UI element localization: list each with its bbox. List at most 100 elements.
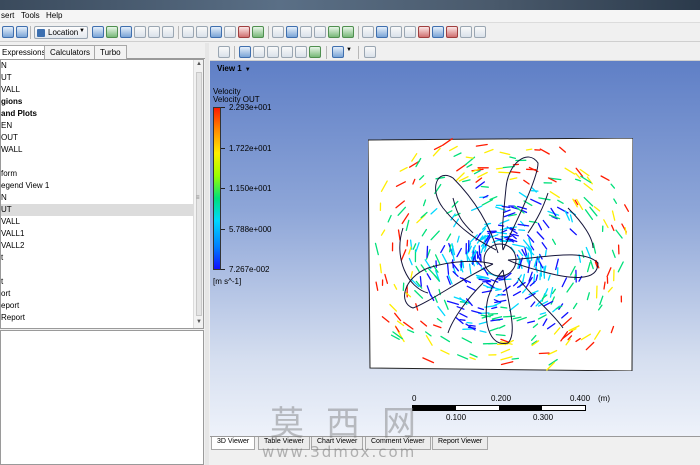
tab-3d-viewer[interactable]: 3D Viewer xyxy=(211,437,256,450)
clock-icon[interactable] xyxy=(362,26,374,38)
viewport-layout-icon[interactable] xyxy=(332,46,344,58)
text-icon[interactable] xyxy=(182,26,194,38)
scroll-thumb[interactable] xyxy=(196,72,202,316)
outline-tree: N UT VALL gions and Plots EN OUT WALL form egend … xyxy=(0,59,204,329)
label-icon[interactable] xyxy=(196,26,208,38)
vector-icon[interactable] xyxy=(92,26,104,38)
command-editor-icon[interactable] xyxy=(474,26,486,38)
pick-icon[interactable] xyxy=(404,26,416,38)
toolbar-separator xyxy=(30,26,31,39)
velocity-vector xyxy=(479,253,482,263)
chevron-down-icon[interactable]: ▼ xyxy=(346,47,352,53)
variable-icon[interactable] xyxy=(272,26,284,38)
particle-track-icon[interactable] xyxy=(134,26,146,38)
tree-item[interactable]: t xyxy=(1,276,194,288)
legend-label: 5.788e+000 xyxy=(229,225,272,234)
tree-item[interactable]: VALL1 xyxy=(1,228,194,240)
legend-color-bar xyxy=(213,107,221,270)
volume-rendering-icon[interactable] xyxy=(148,26,160,38)
zoom-box-icon[interactable] xyxy=(281,46,293,58)
toolbar-separator xyxy=(358,26,359,39)
viewer-toolbar: ▼ xyxy=(210,43,700,61)
probe-icon[interactable] xyxy=(364,46,376,58)
tree-item[interactable]: form xyxy=(1,168,194,180)
refresh-icon[interactable] xyxy=(16,26,28,38)
legend-tick xyxy=(221,229,225,230)
tree-item[interactable]: UT xyxy=(1,72,194,84)
duplicate-icon[interactable] xyxy=(460,26,472,38)
3d-viewport[interactable]: View 1 ▼ Velocity Velocity OUT 2.293e+001… xyxy=(210,61,700,436)
tree-item[interactable] xyxy=(1,156,194,168)
velocity-vector xyxy=(466,321,473,324)
expression-icon[interactable] xyxy=(286,26,298,38)
figure-icon[interactable] xyxy=(342,26,354,38)
menu-bar: sert Tools Help xyxy=(0,10,700,23)
tree-item[interactable]: N xyxy=(1,60,194,72)
contour-icon[interactable] xyxy=(106,26,118,38)
pan-icon[interactable] xyxy=(253,46,265,58)
velocity-vector xyxy=(459,318,466,321)
tree-item[interactable]: and Plots xyxy=(1,108,194,120)
function-icon[interactable] xyxy=(432,26,444,38)
menu-insert[interactable]: sert xyxy=(1,11,14,20)
tab-turbo[interactable]: Turbo xyxy=(94,45,127,59)
legend-tick xyxy=(221,269,225,270)
tab-calculators[interactable]: Calculators xyxy=(44,45,97,59)
location-label: Location xyxy=(48,28,79,37)
velocity-vector xyxy=(480,185,489,188)
animation-icon[interactable] xyxy=(376,26,388,38)
legend-tick xyxy=(221,107,225,108)
tree-item[interactable]: OUT xyxy=(1,132,194,144)
scroll-up-icon[interactable]: ▲ xyxy=(195,61,203,69)
tree-item[interactable]: UT xyxy=(1,204,194,216)
legend-label: 1.722e+001 xyxy=(229,144,272,153)
location-button[interactable]: Location ▼ xyxy=(34,26,88,39)
tree-item[interactable]: gions xyxy=(1,96,194,108)
menu-tools[interactable]: Tools xyxy=(21,11,40,20)
zoom-in-icon[interactable] xyxy=(295,46,307,58)
menu-help[interactable]: Help xyxy=(46,11,62,20)
comment-icon[interactable] xyxy=(328,26,340,38)
legend-icon[interactable] xyxy=(210,26,222,38)
velocity-vector xyxy=(498,171,512,174)
velocity-vector xyxy=(487,312,499,315)
select-cursor-icon[interactable] xyxy=(218,46,230,58)
tree-item[interactable]: Report xyxy=(1,312,194,324)
camera-icon[interactable] xyxy=(390,26,402,38)
tree-item[interactable]: VALL2 xyxy=(1,240,194,252)
scroll-grip-icon: ≡ xyxy=(196,195,200,201)
tree-scrollbar[interactable]: ▲ ≡ ▼ xyxy=(193,60,203,328)
streamline-icon[interactable] xyxy=(120,26,132,38)
redo-icon[interactable] xyxy=(2,26,14,38)
isosurface-icon[interactable] xyxy=(162,26,174,38)
toolbar-separator xyxy=(326,46,327,59)
velocity-vector xyxy=(525,148,533,151)
tree-item[interactable] xyxy=(1,264,194,276)
macro-icon[interactable] xyxy=(418,26,430,38)
tree-item[interactable]: EN xyxy=(1,120,194,132)
tree-item[interactable]: VALL xyxy=(1,216,194,228)
tree-item[interactable]: eport xyxy=(1,300,194,312)
fit-view-icon[interactable] xyxy=(309,46,321,58)
tree-item[interactable]: t xyxy=(1,252,194,264)
rotate-icon[interactable] xyxy=(239,46,251,58)
view-selector[interactable]: View 1 ▼ xyxy=(217,64,251,73)
report-icon[interactable] xyxy=(446,26,458,38)
panel-splitter[interactable] xyxy=(205,43,209,465)
velocity-vector xyxy=(419,275,422,287)
instance-transform-icon[interactable] xyxy=(224,26,236,38)
scale-unit: (m) xyxy=(598,394,610,403)
chart-icon[interactable] xyxy=(314,26,326,38)
scroll-down-icon[interactable]: ▼ xyxy=(195,319,203,327)
table-icon[interactable] xyxy=(300,26,312,38)
watermark-url: www.3dmox.com xyxy=(262,443,417,461)
color-map-icon[interactable] xyxy=(252,26,264,38)
tree-item[interactable]: egend View 1 xyxy=(1,180,194,192)
zoom-icon[interactable] xyxy=(267,46,279,58)
tree-item[interactable]: N xyxy=(1,192,194,204)
tree-item[interactable]: VALL xyxy=(1,84,194,96)
window-title-bar xyxy=(0,0,700,10)
clip-plane-icon[interactable] xyxy=(238,26,250,38)
tree-item[interactable]: ort xyxy=(1,288,194,300)
tree-item[interactable]: WALL xyxy=(1,144,194,156)
